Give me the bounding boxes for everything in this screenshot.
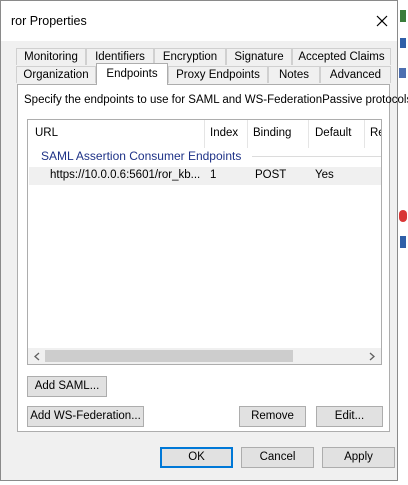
tab-signature[interactable]: Signature <box>226 48 292 65</box>
close-button[interactable] <box>367 7 397 35</box>
tab-endpoints[interactable]: Endpoints <box>96 63 168 85</box>
tab-accepted-claims[interactable]: Accepted Claims <box>292 48 391 65</box>
scroll-right-button[interactable] <box>365 348 379 364</box>
title-bar: ror Properties <box>1 1 397 41</box>
cancel-button[interactable]: Cancel <box>241 447 314 468</box>
tab-organization[interactable]: Organization <box>16 66 96 83</box>
properties-dialog: ror Properties Monitoring Identifiers En… <box>0 0 408 481</box>
remove-button[interactable]: Remove <box>239 406 306 427</box>
column-header-re[interactable]: Re <box>370 127 381 139</box>
background-icon <box>399 68 406 78</box>
chevron-left-icon <box>34 352 40 360</box>
tab-proxy-endpoints[interactable]: Proxy Endpoints <box>168 66 268 83</box>
column-header-url[interactable]: URL <box>35 127 58 139</box>
edit-button[interactable]: Edit... <box>316 406 383 427</box>
scroll-left-button[interactable] <box>30 348 44 364</box>
column-divider <box>247 120 248 148</box>
column-header-default[interactable]: Default <box>315 127 351 139</box>
endpoints-list[interactable]: URL Index Binding Default Re SAML Assert… <box>27 119 382 365</box>
ok-button[interactable]: OK <box>160 447 233 468</box>
tab-advanced[interactable]: Advanced <box>320 66 391 83</box>
cell-url: https://10.0.0.6:5601/ror_kb... <box>50 169 201 181</box>
cell-default: Yes <box>315 169 334 181</box>
column-header-index[interactable]: Index <box>210 127 238 139</box>
cell-binding: POST <box>255 169 287 181</box>
cell-index: 1 <box>210 169 217 181</box>
group-header-saml-acs: SAML Assertion Consumer Endpoints <box>41 149 242 163</box>
background-icon <box>400 10 406 22</box>
table-row[interactable]: https://10.0.0.6:5601/ror_kb... 1 POST Y… <box>29 167 381 185</box>
column-header-binding[interactable]: Binding <box>253 127 291 139</box>
group-divider <box>252 156 381 157</box>
add-saml-button[interactable]: Add SAML... <box>27 376 107 397</box>
background-error-icon <box>399 210 407 222</box>
close-icon <box>376 15 388 27</box>
column-divider <box>204 120 205 148</box>
background-window-edge <box>398 0 408 485</box>
background-icon <box>400 38 406 48</box>
horizontal-scrollbar[interactable] <box>28 348 381 364</box>
column-divider <box>364 120 365 148</box>
endpoints-panel: Specify the endpoints to use for SAML an… <box>17 84 408 432</box>
scroll-thumb[interactable] <box>45 350 293 362</box>
chevron-right-icon <box>369 352 375 360</box>
tab-notes[interactable]: Notes <box>268 66 320 83</box>
add-ws-federation-button[interactable]: Add WS-Federation... <box>27 406 144 427</box>
background-icon <box>400 236 406 248</box>
apply-button[interactable]: Apply <box>322 447 395 468</box>
window-title: ror Properties <box>11 14 87 28</box>
column-divider <box>308 120 309 148</box>
tab-monitoring[interactable]: Monitoring <box>16 48 86 65</box>
panel-description: Specify the endpoints to use for SAML an… <box>24 94 408 106</box>
